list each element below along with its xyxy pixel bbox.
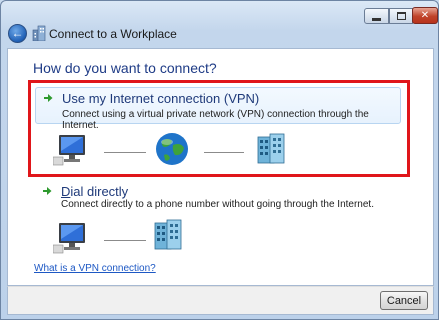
wizard-content: How do you want to connect? Use my Inter… (7, 48, 434, 286)
title-bar: ← Connect to a Workplace ✕ (1, 1, 438, 43)
vpn-option-title: Use my Internet connection (VPN) (62, 91, 260, 106)
cancel-button[interactable]: Cancel (380, 291, 428, 310)
dial-option[interactable]: Dial directly Connect directly to a phon… (35, 181, 401, 211)
wizard-window: ← Connect to a Workplace ✕ How do you wa… (0, 0, 439, 320)
close-button[interactable]: ✕ (412, 7, 438, 24)
dial-option-title: Dial directly (61, 184, 129, 199)
vpn-option-description: Connect using a virtual private network … (62, 109, 369, 131)
minimize-icon (372, 18, 381, 21)
server-icon (257, 133, 285, 164)
page-heading: How do you want to connect? (33, 60, 217, 76)
globe-icon (156, 133, 188, 165)
computer-icon (53, 223, 85, 254)
back-button[interactable]: ← (8, 24, 27, 43)
green-arrow-icon (43, 187, 52, 195)
vpn-option[interactable]: Use my Internet connection (VPN) Connect… (35, 87, 401, 131)
wizard-footer (7, 286, 434, 315)
maximize-icon (396, 12, 406, 20)
maximize-button[interactable] (389, 8, 413, 24)
connection-line (104, 152, 146, 153)
window-title: Connect to a Workplace (49, 27, 177, 41)
vpn-help-link[interactable]: What is a VPN connection? (34, 263, 156, 274)
close-icon: ✕ (420, 10, 430, 21)
back-arrow-icon: ← (11, 26, 24, 40)
connection-line (204, 152, 244, 153)
minimize-button[interactable] (364, 8, 389, 24)
computer-icon (53, 135, 85, 166)
server-icon (154, 219, 182, 250)
dial-option-description: Connect directly to a phone number witho… (61, 199, 374, 210)
connection-line (104, 240, 146, 241)
workplace-building-icon (32, 25, 46, 41)
green-arrow-icon (44, 94, 53, 102)
